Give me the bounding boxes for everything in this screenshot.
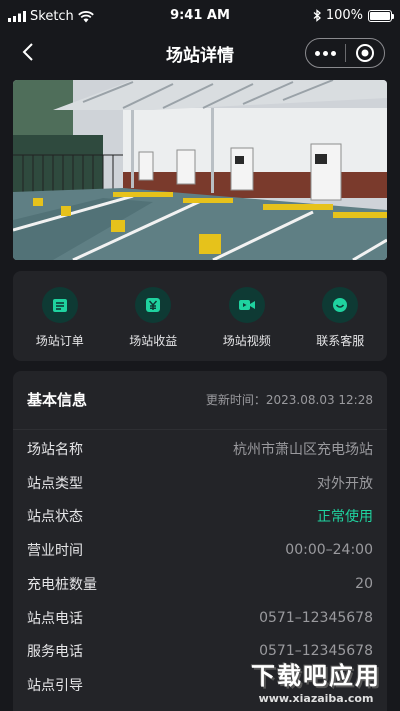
status-bar: Sketch 9:41 AM 100% (0, 0, 400, 32)
status-right: 100% (313, 8, 394, 23)
battery-icon (368, 9, 394, 22)
row-key: 站点状态 (27, 509, 83, 525)
section-title: 基本信息 (27, 391, 88, 409)
status-value: 正常使用 (317, 509, 373, 525)
more-dot-icon (315, 50, 320, 56)
row-key: 服务电话 (27, 644, 83, 660)
row-key: 站点类型 (27, 476, 83, 492)
row-key: 站点引导 (27, 678, 83, 694)
bluetooth-icon (313, 9, 321, 22)
target-close-icon (355, 44, 374, 62)
update-time: 更新时间：2023.08.03 12:28 (205, 393, 373, 407)
action-label: 场站视频 (222, 334, 271, 348)
battery-percent: 100% (325, 8, 363, 23)
video-icon (228, 287, 265, 323)
station-revenue-button[interactable]: 场站收益 (107, 271, 201, 361)
close-miniprogram-button[interactable] (346, 39, 384, 67)
mini-program-capsule (305, 38, 385, 68)
row-key: 营业时间 (27, 543, 83, 559)
divider (13, 429, 387, 430)
row-value: 00:00–24:00 (285, 542, 373, 558)
info-row-station-name: 场站名称 杭州市萧山区充电场站 (27, 438, 373, 460)
customer-service-button[interactable]: 联系客服 (294, 271, 388, 361)
station-orders-button[interactable]: 场站订单 (13, 271, 107, 361)
row-key: 站点电话 (27, 611, 83, 627)
row-value: 对外开放 (317, 476, 373, 492)
nav-bar: 场站详情 (0, 32, 400, 72)
station-photo (13, 80, 387, 260)
yuan-icon (135, 287, 172, 323)
action-label: 场站收益 (129, 334, 178, 348)
watermark-logo: 下载吧应用 www.xiazaiba.com (236, 652, 396, 708)
station-actions: 场站订单 场站收益 场站视频 联系客服 (13, 271, 387, 361)
service-icon (322, 287, 359, 323)
more-dot-icon (331, 50, 336, 56)
info-row-station-type: 站点类型 对外开放 (27, 472, 373, 494)
info-row-station-status: 站点状态 正常使用 (27, 505, 373, 527)
action-label: 联系客服 (316, 334, 365, 348)
more-dot-icon (323, 50, 328, 56)
watermark-main: 下载吧应用 (251, 661, 381, 690)
station-video-button[interactable]: 场站视频 (200, 271, 294, 361)
info-row-charger-count: 充电桩数量 20 (27, 573, 373, 595)
row-value: 0571–12345678 (259, 610, 373, 626)
watermark-url: www.xiazaiba.com (258, 691, 374, 705)
order-icon (41, 287, 78, 323)
more-button[interactable] (306, 39, 345, 67)
info-row-station-phone: 站点电话 0571–12345678 (27, 607, 373, 629)
row-key: 充电桩数量 (27, 577, 97, 593)
row-value: 20 (355, 576, 373, 592)
row-value: 杭州市萧山区充电场站 (233, 442, 373, 458)
action-label: 场站订单 (35, 334, 84, 348)
row-key: 场站名称 (27, 442, 83, 458)
info-header: 基本信息 更新时间：2023.08.03 12:28 (27, 389, 373, 410)
info-row-business-hours: 营业时间 00:00–24:00 (27, 539, 373, 561)
